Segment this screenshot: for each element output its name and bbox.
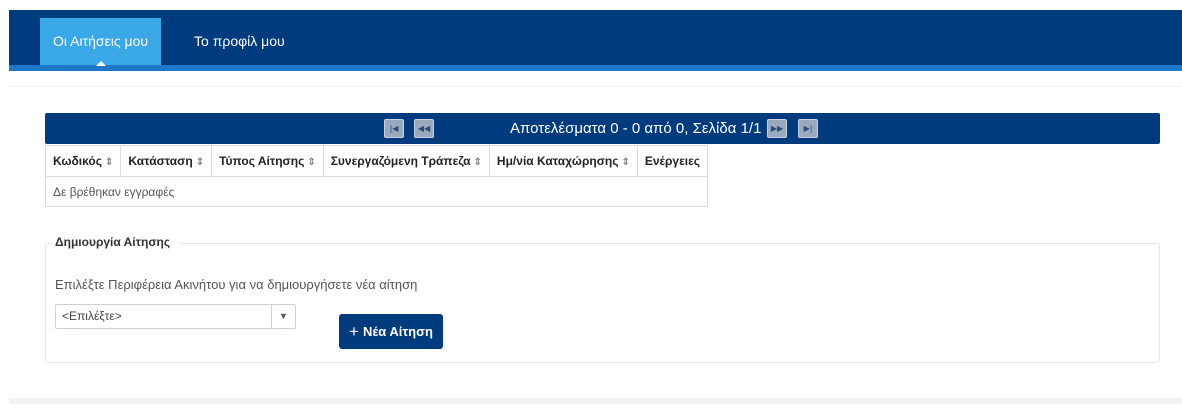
table-header-row: Κωδικός ⇕ Κατάσταση ⇕ Τύπος Αίτησης ⇕ Συνερ… bbox=[44, 145, 709, 177]
last-page-button[interactable]: ▶| bbox=[798, 119, 818, 138]
pagination-status: Αποτελέσματα 0 - 0 από 0, Σελίδα 1/1 bbox=[510, 120, 762, 137]
create-application-legend: Δημιουργία Αίτησης bbox=[52, 235, 182, 249]
column-header-date[interactable]: Ημ/νία Καταχώρησης ⇕ bbox=[488, 145, 638, 177]
first-page-button[interactable]: |◀ bbox=[384, 119, 404, 138]
tab-my-applications[interactable]: Οι Αιτήσεις μου bbox=[40, 18, 162, 66]
chevron-down-icon[interactable]: ▼ bbox=[271, 305, 295, 328]
pagination-bar: |◀ ◀◀ Αποτελέσματα 0 - 0 από 0, Σελίδα 1… bbox=[45, 113, 1160, 144]
plus-icon: + bbox=[349, 322, 359, 341]
table-row: Δε βρέθηκαν εγγραφές bbox=[44, 176, 709, 207]
column-header-type[interactable]: Τύπος Αίτησης ⇕ bbox=[211, 145, 324, 177]
new-application-button[interactable]: + Νέα Αίτηση bbox=[339, 314, 443, 349]
region-select[interactable]: <Επιλέξτε> ▼ bbox=[55, 304, 296, 329]
sort-icon: ⇕ bbox=[195, 157, 205, 168]
sort-icon: ⇕ bbox=[307, 157, 316, 168]
next-page-button[interactable]: ▶▶ bbox=[767, 119, 787, 138]
column-header-actions: Ενέργειες bbox=[636, 145, 709, 177]
sort-icon: ⇕ bbox=[621, 157, 630, 168]
region-instruction: Επιλέξτε Περιφέρεια Ακινήτου για να δημι… bbox=[55, 277, 418, 292]
column-header-code[interactable]: Κωδικός ⇕ bbox=[44, 145, 122, 177]
sort-icon: ⇕ bbox=[105, 157, 114, 168]
sort-icon: ⇕ bbox=[473, 157, 482, 168]
tab-my-profile[interactable]: Το προφίλ μου bbox=[181, 18, 298, 65]
new-application-label: Νέα Αίτηση bbox=[362, 324, 433, 339]
active-tab-caret-icon bbox=[95, 61, 106, 66]
column-header-bank[interactable]: Συνεργαζόμενη Τράπεζα ⇕ bbox=[322, 145, 490, 177]
tab-my-profile-label: Το προφίλ μου bbox=[194, 33, 285, 49]
empty-table-message: Δε βρέθηκαν εγγραφές bbox=[44, 176, 709, 207]
prev-page-button[interactable]: ◀◀ bbox=[414, 119, 434, 138]
tab-my-applications-label: Οι Αιτήσεις μου bbox=[53, 33, 149, 49]
region-select-value: <Επιλέξτε> bbox=[62, 309, 122, 323]
applications-table: Κωδικός ⇕ Κατάσταση ⇕ Τύπος Αίτησης ⇕ Συνερ… bbox=[44, 145, 709, 207]
column-header-status[interactable]: Κατάσταση ⇕ bbox=[120, 145, 213, 177]
nav-accent-strip bbox=[9, 65, 1182, 71]
create-application-section bbox=[45, 243, 1160, 363]
